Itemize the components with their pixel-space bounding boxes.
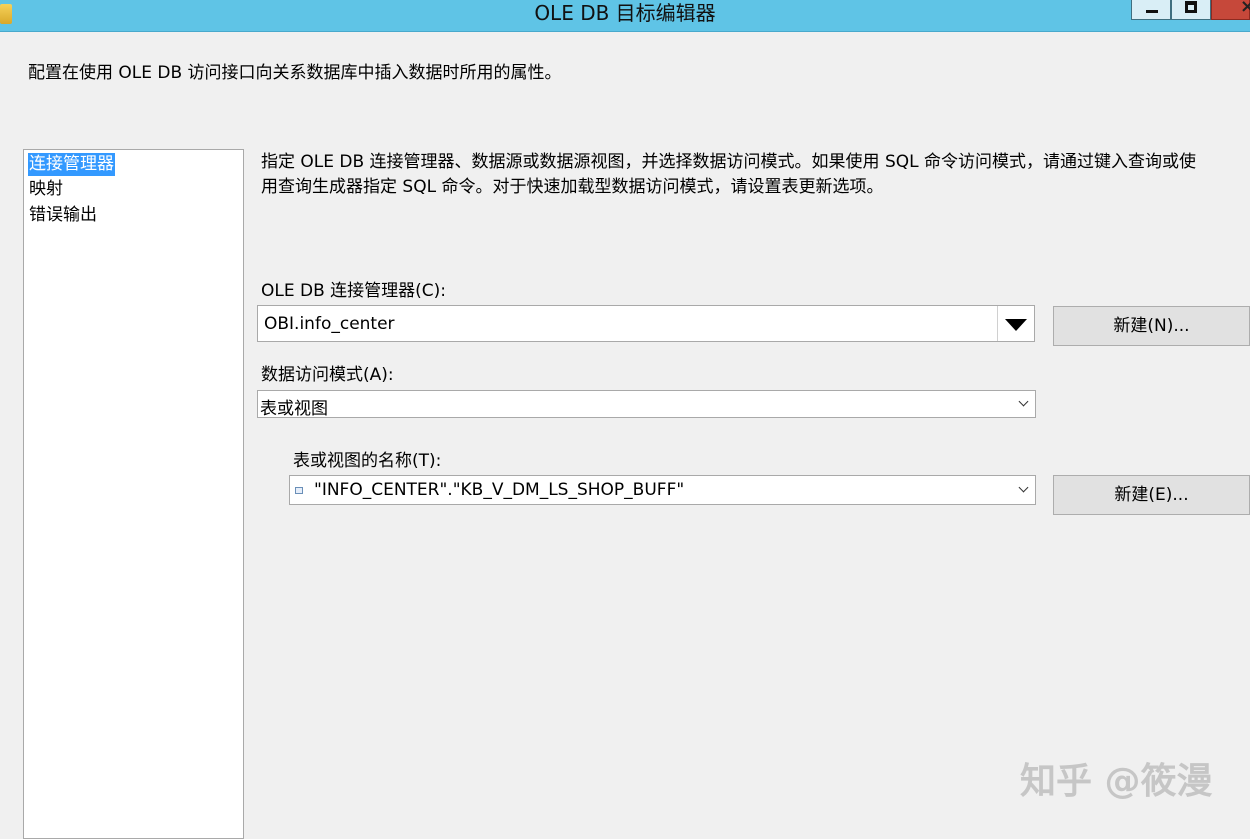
nav-panel: 连接管理器 映射 错误输出 — [23, 149, 244, 839]
connection-manager-value: OBI.info_center — [264, 314, 395, 334]
nav-item-error-output[interactable]: 错误输出 — [28, 204, 98, 227]
close-icon: × — [1240, 0, 1250, 17]
table-name-value: "INFO_CENTER"."KB_V_DM_LS_SHOP_BUFF" — [314, 480, 685, 500]
connection-manager-label: OLE DB 连接管理器(C): — [261, 281, 447, 301]
connection-manager-combo[interactable]: OBI.info_center — [257, 305, 1035, 342]
new-connection-button[interactable]: 新建(N)... — [1053, 306, 1250, 346]
table-name-label: 表或视图的名称(T): — [293, 451, 442, 471]
minimize-icon — [1146, 10, 1158, 13]
title-bar: OLE DB 目标编辑器 × — [0, 0, 1250, 32]
new-table-button[interactable]: 新建(E)... — [1053, 475, 1250, 515]
triangle-down-icon — [1005, 319, 1027, 331]
access-mode-value: 表或视图 — [260, 399, 328, 419]
table-icon — [295, 487, 303, 494]
instructions-text: 指定 OLE DB 连接管理器、数据源或数据源视图，并选择数据访问模式。如果使用… — [261, 152, 1197, 197]
maximize-icon — [1185, 1, 1197, 13]
minimize-button[interactable] — [1131, 0, 1171, 20]
connection-dropdown-button[interactable] — [997, 306, 1034, 341]
window-title: OLE DB 目标编辑器 — [534, 1, 716, 25]
access-mode-label: 数据访问模式(A): — [261, 365, 394, 385]
nav-item-connection-manager[interactable]: 连接管理器 — [27, 152, 116, 177]
dialog-description: 配置在使用 OLE DB 访问接口向关系数据库中插入数据时所用的属性。 — [28, 63, 562, 83]
table-name-select[interactable]: "INFO_CENTER"."KB_V_DM_LS_SHOP_BUFF" — [289, 475, 1036, 505]
watermark: 知乎 @筱漫 — [1020, 761, 1213, 802]
chevron-down-icon — [1018, 396, 1029, 407]
maximize-button[interactable] — [1171, 0, 1211, 20]
close-button[interactable]: × — [1211, 0, 1250, 20]
access-mode-select[interactable]: 表或视图 — [257, 390, 1036, 419]
chevron-down-icon — [1018, 482, 1029, 493]
nav-item-mappings[interactable]: 映射 — [28, 178, 64, 201]
